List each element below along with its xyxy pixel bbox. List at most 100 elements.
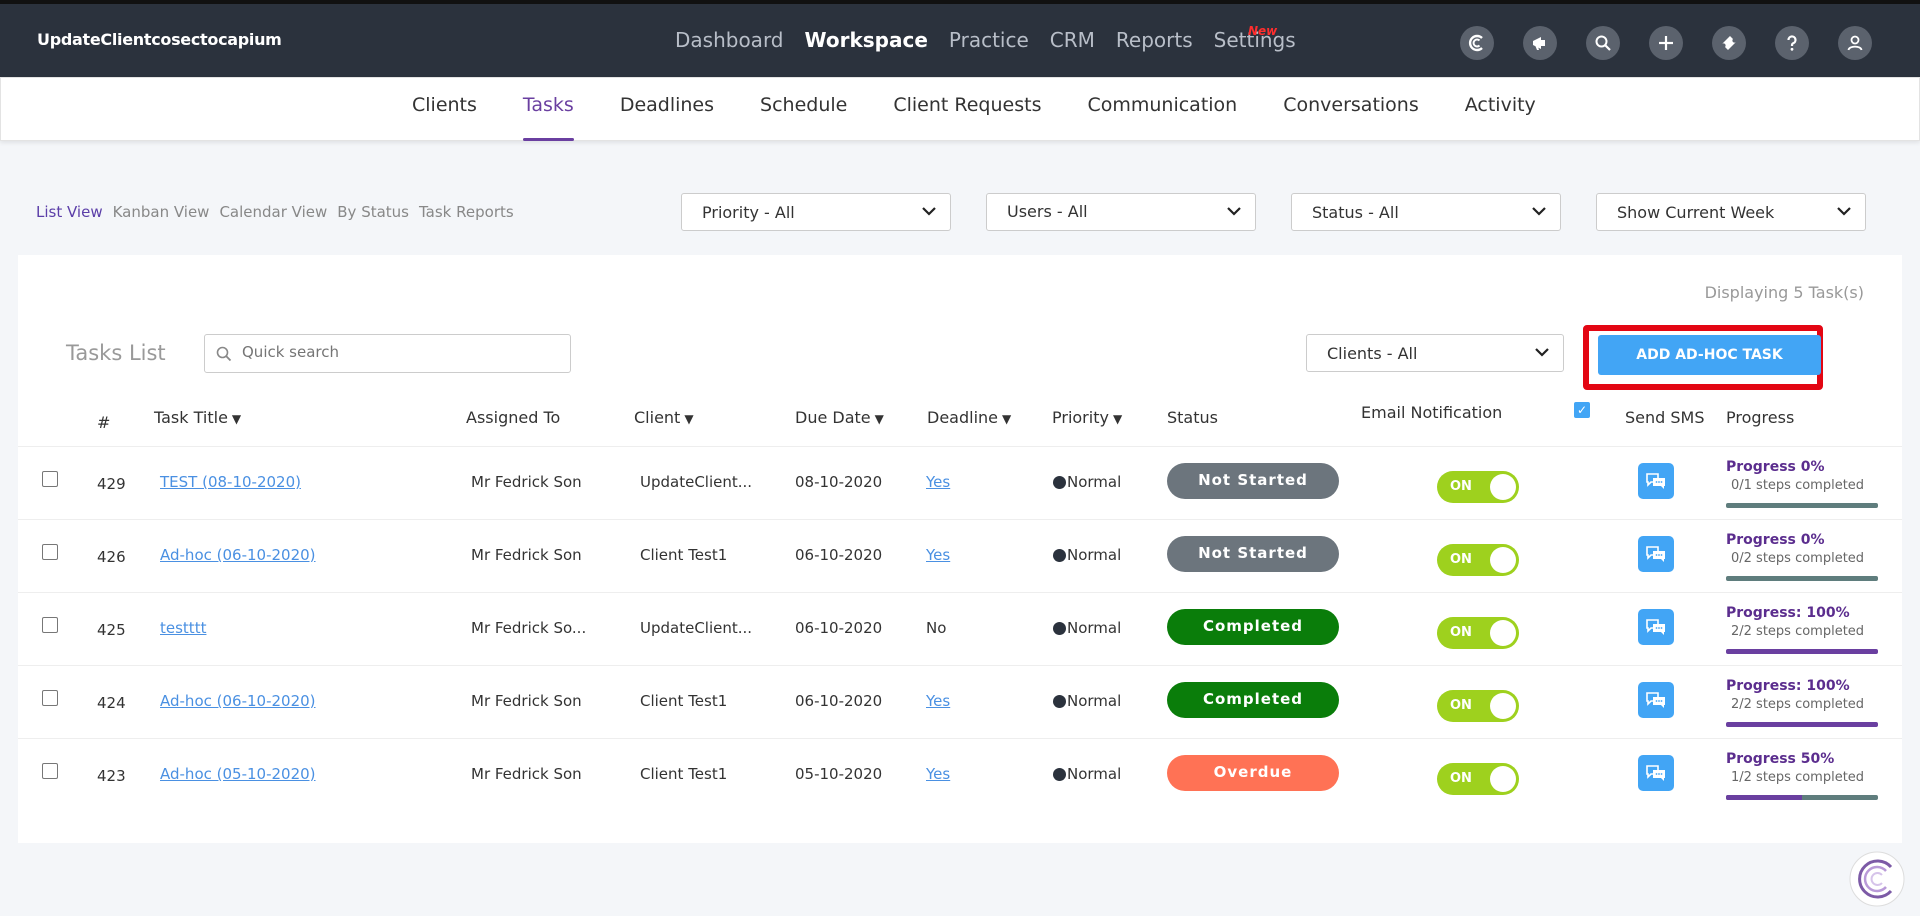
progress-steps: 2/2 steps completed: [1731, 624, 1865, 639]
help-icon[interactable]: [1775, 26, 1809, 60]
email-notification-toggle[interactable]: ON: [1437, 763, 1519, 795]
progress-bar: [1726, 722, 1878, 727]
progress-steps: 2/2 steps completed: [1731, 697, 1865, 712]
top-icons: [1460, 26, 1901, 60]
send-sms-button[interactable]: [1638, 463, 1674, 499]
col-due-date[interactable]: Due Date ▼: [795, 408, 884, 427]
users-filter[interactable]: Users - All: [986, 193, 1256, 231]
deadline-value[interactable]: Yes: [926, 692, 950, 710]
table-row: 425 testttt Mr Fedrick So... UpdateClient..…: [18, 592, 1902, 665]
progress-title: Progress 50%: [1726, 751, 1835, 767]
quick-search[interactable]: [204, 334, 571, 373]
priority-value: Normal: [1053, 473, 1121, 491]
kanban-view-link[interactable]: Kanban View: [113, 203, 210, 221]
task-number: 423: [97, 767, 126, 785]
priority-label: Normal: [1067, 619, 1122, 637]
priority-filter[interactable]: Priority - All: [681, 193, 951, 231]
progress-bar: [1726, 649, 1878, 654]
progress-title: Progress 0%: [1726, 532, 1825, 548]
tab-tasks[interactable]: Tasks: [522, 94, 574, 141]
priority-label: Normal: [1067, 546, 1122, 564]
nav-practice[interactable]: Practice: [949, 28, 1029, 52]
client-name: Client Test1: [640, 765, 728, 783]
col-priority-label: Priority: [1052, 408, 1109, 427]
task-title-link[interactable]: testttt: [160, 619, 206, 637]
row-checkbox[interactable]: [42, 763, 58, 779]
tab-activity[interactable]: Activity: [1465, 94, 1536, 140]
calendar-view-link[interactable]: Calendar View: [219, 203, 327, 221]
tab-conversations[interactable]: Conversations: [1283, 94, 1419, 140]
quick-search-input[interactable]: [242, 343, 542, 361]
nav-workspace[interactable]: Workspace: [805, 28, 928, 52]
assigned-to: Mr Fedrick So...: [471, 619, 587, 637]
progress-title: Progress: 100%: [1726, 678, 1850, 694]
send-sms-button[interactable]: [1638, 609, 1674, 645]
col-due-date-label: Due Date: [795, 408, 871, 427]
deadline-value[interactable]: Yes: [926, 546, 950, 564]
toggle-label: ON: [1450, 625, 1472, 640]
by-status-link[interactable]: By Status: [337, 203, 409, 221]
email-notification-toggle[interactable]: ON: [1437, 471, 1519, 503]
col-client[interactable]: Client ▼: [634, 408, 694, 427]
new-badge: New: [1248, 24, 1278, 38]
email-notification-toggle[interactable]: ON: [1437, 617, 1519, 649]
status-badge: Not Started: [1167, 536, 1339, 572]
row-checkbox[interactable]: [42, 617, 58, 633]
chat-bubbles-icon: [1646, 473, 1665, 489]
send-sms-button[interactable]: [1638, 536, 1674, 572]
list-view-link[interactable]: List View: [36, 203, 103, 221]
assigned-to: Mr Fedrick Son: [471, 473, 582, 491]
row-checkbox[interactable]: [42, 544, 58, 560]
chat-bubbles-icon: [1646, 546, 1665, 562]
status-filter[interactable]: Status - All: [1291, 193, 1561, 231]
capium-logo-icon[interactable]: [1848, 850, 1906, 908]
user-icon[interactable]: [1838, 26, 1872, 60]
send-sms-button[interactable]: [1638, 682, 1674, 718]
search-icon[interactable]: [1586, 26, 1620, 60]
clients-filter[interactable]: Clients - All: [1306, 334, 1564, 372]
add-ad-hoc-task-button[interactable]: ADD AD-HOC TASK: [1598, 335, 1821, 375]
toggle-knob: [1490, 547, 1516, 573]
col-email-notification: Email Notification: [1361, 403, 1503, 422]
tab-client-requests[interactable]: Client Requests: [893, 94, 1041, 140]
email-notification-toggle[interactable]: ON: [1437, 690, 1519, 722]
email-notification-toggle[interactable]: ON: [1437, 544, 1519, 576]
deadline-value[interactable]: Yes: [926, 765, 950, 783]
deadline-value[interactable]: Yes: [926, 473, 950, 491]
status-badge: Not Started: [1167, 463, 1339, 499]
priority-value: Normal: [1053, 765, 1121, 783]
tab-schedule[interactable]: Schedule: [760, 94, 847, 140]
sort-arrow-icon: ▼: [684, 412, 694, 426]
col-deadline[interactable]: Deadline ▼: [927, 408, 1011, 427]
users-filter-value: Users - All: [1007, 202, 1088, 221]
task-title-link[interactable]: Ad-hoc (06-10-2020): [160, 692, 316, 710]
tab-clients[interactable]: Clients: [412, 94, 477, 140]
brand-name[interactable]: UpdateClientcosectocapium: [37, 30, 282, 49]
select-all-checkbox[interactable]: ✓: [1574, 402, 1590, 418]
task-title-link[interactable]: Ad-hoc (06-10-2020): [160, 546, 316, 564]
task-title-link[interactable]: TEST (08-10-2020): [160, 473, 301, 491]
period-filter[interactable]: Show Current Week: [1596, 193, 1866, 231]
table-row: 424 Ad-hoc (06-10-2020) Mr Fedrick Son Clie…: [18, 665, 1902, 738]
task-reports-link[interactable]: Task Reports: [419, 203, 514, 221]
tab-deadlines[interactable]: Deadlines: [620, 94, 714, 140]
row-checkbox[interactable]: [42, 471, 58, 487]
row-checkbox[interactable]: [42, 690, 58, 706]
plus-icon[interactable]: [1649, 26, 1683, 60]
toggle-label: ON: [1450, 552, 1472, 567]
col-priority[interactable]: Priority ▼: [1052, 408, 1122, 427]
nav-crm[interactable]: CRM: [1050, 28, 1095, 52]
nav-dashboard[interactable]: Dashboard: [675, 28, 784, 52]
tab-communication[interactable]: Communication: [1087, 94, 1237, 140]
task-title-link[interactable]: Ad-hoc (05-10-2020): [160, 765, 316, 783]
nav-reports[interactable]: Reports: [1116, 28, 1193, 52]
task-number: 426: [97, 548, 126, 566]
ticket-icon[interactable]: [1712, 26, 1746, 60]
clients-filter-value: Clients - All: [1327, 344, 1418, 363]
megaphone-icon[interactable]: [1523, 26, 1557, 60]
send-sms-button[interactable]: [1638, 755, 1674, 791]
capium-icon[interactable]: [1460, 26, 1494, 60]
table-row: 429 TEST (08-10-2020) Mr Fedrick Son Update…: [18, 446, 1902, 519]
status-badge: Completed: [1167, 682, 1339, 718]
col-task-title[interactable]: Task Title ▼: [154, 408, 241, 427]
